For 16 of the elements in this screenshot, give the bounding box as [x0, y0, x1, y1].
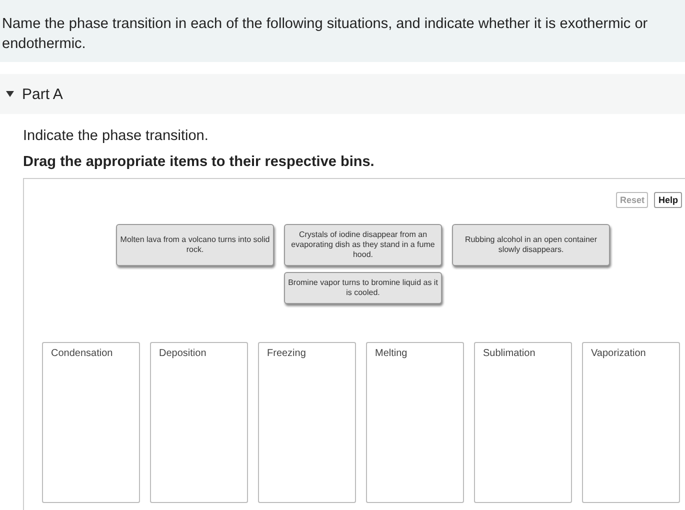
help-button[interactable]: Help	[654, 192, 682, 208]
drop-bin[interactable]: Melting	[366, 342, 464, 503]
drop-bin[interactable]: Sublimation	[474, 342, 572, 503]
caret-icon[interactable]	[6, 91, 14, 97]
draggable-item[interactable]: Rubbing alcohol in an open container slowly disappears.	[452, 224, 610, 266]
instructions-text: Name the phase transition in each of the following situations, and indicate whether it is exothermic or endothermic.	[0, 0, 685, 62]
part-title: Part A	[22, 86, 63, 102]
drop-bin[interactable]: Deposition	[150, 342, 248, 503]
draggable-item[interactable]: Molten lava from a volcano turns into solid rock.	[116, 224, 274, 266]
task-text: Drag the appropriate items to their respective bins.	[23, 154, 376, 170]
prompt-text: Indicate the phase transition.	[23, 128, 210, 144]
draggable-item[interactable]: Crystals of iodine disappear from an evaporating dish as they stand in a fume hood.	[284, 224, 442, 266]
drop-bin[interactable]: Vaporization	[582, 342, 680, 503]
draggable-item[interactable]: Bromine vapor turns to bromine liquid as it is cooled.	[284, 272, 442, 304]
drop-bin[interactable]: Freezing	[258, 342, 356, 503]
drop-bin[interactable]: Condensation	[42, 342, 140, 503]
